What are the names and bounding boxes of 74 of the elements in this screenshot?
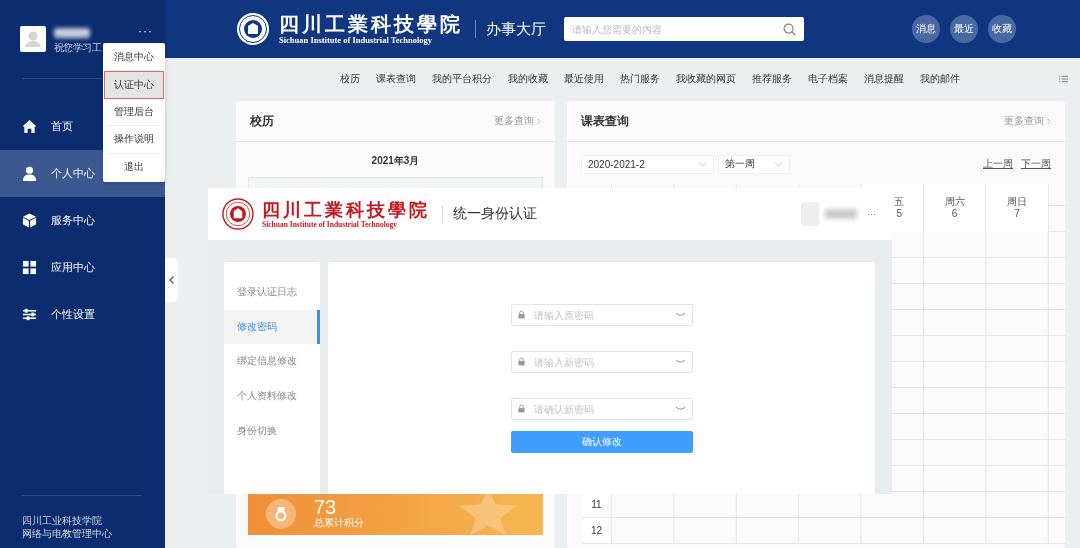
school-name: 四川工業科技學院 xyxy=(262,199,430,220)
school-name: 四川工業科技學院 xyxy=(279,13,463,35)
dropdown-item[interactable]: 操作说明 xyxy=(108,126,160,154)
chevron-right-icon[interactable] xyxy=(537,117,541,125)
menu-item[interactable]: 个人资料修改 xyxy=(224,378,320,414)
footer-text: 网络与电教管理中心 xyxy=(22,527,113,540)
header-button[interactable]: 最近 xyxy=(950,15,978,43)
chevron-left-icon xyxy=(169,276,174,284)
nav-link[interactable]: 最近使用 xyxy=(564,72,604,86)
footer-text: 四川工业科技学院 xyxy=(22,514,103,527)
cube-icon xyxy=(22,213,37,228)
dropdown-item[interactable]: 认证中心 xyxy=(104,71,164,99)
nav-link[interactable]: 电子档案 xyxy=(808,72,848,86)
avatar-icon xyxy=(20,26,46,52)
menu-item[interactable]: 登录认证日志 xyxy=(224,275,320,310)
card-title: 校历 xyxy=(250,112,274,130)
blurred-username xyxy=(825,209,857,219)
nav-link[interactable]: 推荐服务 xyxy=(752,72,792,86)
nav-link[interactable]: 课表查询 xyxy=(376,72,416,86)
sidebar-item[interactable]: 服务中心 xyxy=(0,197,165,244)
more-button[interactable]: ··· xyxy=(138,24,153,38)
header-button[interactable]: 消息 xyxy=(912,15,940,43)
nav-link[interactable]: 我收藏的网页 xyxy=(676,72,736,86)
home-icon xyxy=(22,119,37,134)
eye-closed-icon[interactable] xyxy=(675,359,686,364)
window-title: 统一身份认证 xyxy=(453,205,537,223)
nav-link[interactable]: 校历 xyxy=(340,72,360,86)
dropdown-item[interactable]: 退出 xyxy=(108,153,160,181)
medal-icon xyxy=(266,499,296,529)
search-field[interactable]: 请输入您需要的内容 xyxy=(564,17,804,41)
points-value: 73 xyxy=(314,497,337,517)
nav-link[interactable]: 我的收藏 xyxy=(508,72,548,86)
sidebar-item[interactable]: 个性设置 xyxy=(0,291,165,338)
row-number: 12 xyxy=(582,518,612,544)
lock-icon xyxy=(518,357,525,366)
school-name-english: Sichuan Institute of Industrial Technology xyxy=(279,35,434,45)
day-header: 周六 6 xyxy=(923,184,987,232)
row-number: 11 xyxy=(582,492,612,518)
lock-icon xyxy=(518,310,525,319)
eye-closed-icon[interactable] xyxy=(675,406,686,411)
previous-week-link[interactable]: 上一周 xyxy=(983,157,1013,171)
nav-link[interactable]: 我的平台积分 xyxy=(432,72,492,86)
dropdown-item[interactable]: 管理后台 xyxy=(108,98,160,127)
user-icon xyxy=(22,166,37,181)
search-icon[interactable] xyxy=(783,23,796,36)
emblem-icon xyxy=(222,198,254,230)
sidebar-item[interactable]: 应用中心 xyxy=(0,244,165,291)
menu-item[interactable]: 身份切换 xyxy=(224,413,320,448)
nav-link[interactable]: 热门服务 xyxy=(620,72,660,86)
points-label: 总累计积分 xyxy=(314,517,364,529)
blurred-username xyxy=(54,28,90,38)
month-title: 2021年3月 xyxy=(371,154,420,168)
chevron-right-icon[interactable] xyxy=(1047,117,1051,125)
next-week-link[interactable]: 下一周 xyxy=(1021,157,1051,171)
header-button[interactable]: 收藏 xyxy=(988,15,1016,43)
sliders-icon xyxy=(22,307,37,322)
lock-icon xyxy=(518,404,525,413)
caret-down-icon xyxy=(774,161,783,167)
nav-link[interactable]: 我的邮件 xyxy=(920,72,960,86)
caret-down-icon xyxy=(698,161,707,167)
section-title: 办事大厅 xyxy=(486,19,546,39)
more-button[interactable]: ··· xyxy=(867,209,876,219)
menu-item[interactable]: 绑定信息修改 xyxy=(224,344,320,379)
term-select[interactable]: 2020-2021-2 xyxy=(581,154,714,174)
nav-link[interactable]: 消息提醒 xyxy=(864,72,904,86)
week-select[interactable]: 第一周 xyxy=(718,154,790,174)
card-title: 课表查询 xyxy=(581,112,629,130)
eye-closed-icon[interactable] xyxy=(675,312,686,317)
greeting-text: 祝您学习工 xyxy=(54,41,101,55)
grid-icon xyxy=(22,260,37,275)
day-header: 周日 7 xyxy=(986,184,1049,232)
collapse-tab[interactable] xyxy=(165,258,178,302)
list-icon[interactable] xyxy=(1059,75,1068,83)
emblem-icon xyxy=(236,12,270,46)
